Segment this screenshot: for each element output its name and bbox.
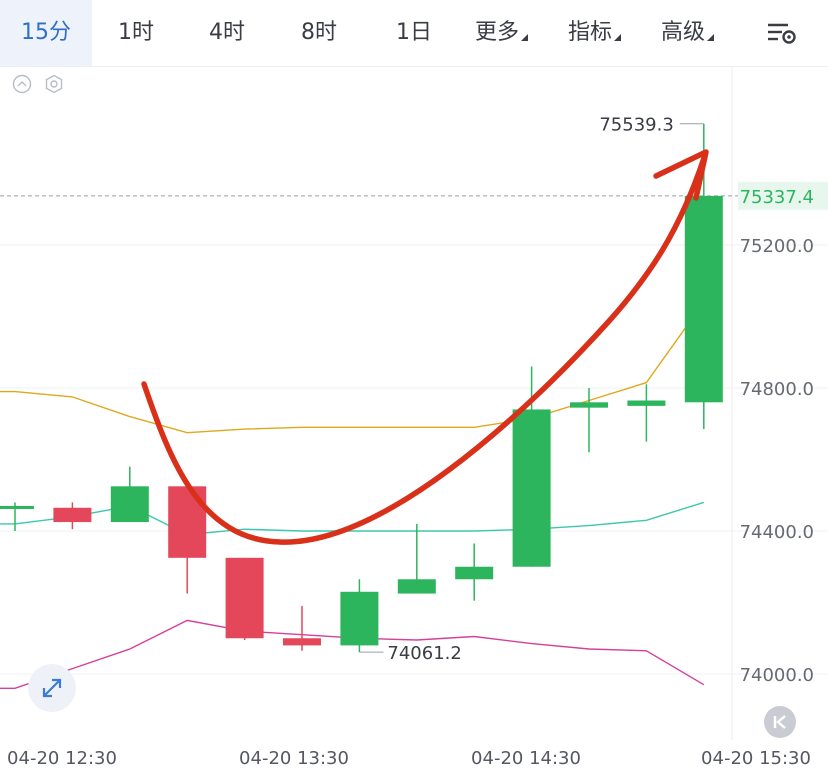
tab-1-hour[interactable]: 1时: [118, 0, 154, 66]
candle-body: [0, 505, 34, 509]
chart-settings-icon: [768, 23, 796, 44]
price-axis-label: 74400.0: [740, 522, 814, 543]
tab-1-day[interactable]: 1日: [396, 0, 432, 66]
scroll-to-latest-button[interactable]: [764, 706, 796, 738]
tab-more-dropdown[interactable]: 更多: [475, 0, 529, 66]
candle-up: [0, 502, 34, 531]
dropdown-caret-icon: [707, 34, 715, 41]
skip-to-end-icon: [773, 715, 786, 729]
timeframe-toolbar: 15分 1时 4时 8时 1日 更多 指标 高级: [0, 0, 828, 67]
candle-body: [627, 400, 666, 406]
candle-body: [512, 409, 551, 567]
candlestick-chart[interactable]: 75200.0 74800.0 74400.0 74000.0 75337.4 75539…: [0, 66, 828, 769]
candle-down: [53, 502, 92, 530]
candle-body: [168, 486, 207, 558]
tab-advanced-dropdown[interactable]: 高级: [661, 0, 715, 66]
candle-down: [225, 557, 264, 641]
upper-band-line: [0, 301, 705, 434]
trend-arrow-head: [653, 149, 709, 201]
dropdown-caret-icon: [614, 34, 622, 41]
tab-label: 4时: [209, 20, 245, 45]
tab-label: 1时: [118, 20, 154, 45]
last-price-label: 75337.4: [740, 187, 814, 208]
chart-settings-button[interactable]: [766, 20, 798, 46]
candle-body: [397, 579, 436, 594]
price-axis-label: 75200.0: [740, 236, 814, 257]
candle-up: [110, 466, 149, 523]
tab-label: 高级: [661, 20, 706, 45]
candle-body: [684, 195, 723, 403]
candle-down: [283, 606, 321, 651]
candle-body: [110, 486, 149, 523]
time-axis-label: 04-20 12:30: [7, 748, 117, 766]
time-axis-label: 04-20 15:30: [701, 748, 811, 766]
tab-indicators-dropdown[interactable]: 指标: [568, 0, 622, 66]
dropdown-caret-icon: [521, 34, 529, 41]
price-axis-label: 74000.0: [740, 665, 814, 686]
candle-up: [570, 388, 608, 453]
candle-body: [225, 557, 264, 639]
price-axis-label: 74800.0: [740, 379, 814, 400]
candle-up: [627, 384, 666, 442]
candle-up: [340, 579, 379, 653]
fullscreen-button[interactable]: [28, 664, 76, 712]
tab-15-minutes[interactable]: 15分: [0, 0, 92, 66]
candle-up: [512, 366, 551, 567]
candle-body: [570, 402, 608, 408]
low-price-label: 74061.2: [387, 643, 461, 664]
tab-label: 1日: [396, 20, 432, 45]
tab-4-hours[interactable]: 4时: [209, 0, 245, 66]
tab-8-hours[interactable]: 8时: [301, 0, 337, 66]
trend-arrow-curve: [141, 155, 707, 545]
expand-arrows-icon: [42, 678, 62, 698]
candle-body: [283, 638, 321, 646]
candle-up: [455, 543, 494, 601]
tab-label: 更多: [475, 20, 520, 45]
time-axis-label: 04-20 14:30: [471, 748, 581, 766]
high-price-label: 75539.3: [599, 115, 673, 136]
time-axis-label: 04-20 13:30: [239, 748, 349, 766]
candle-body: [340, 591, 379, 646]
chart-canvas: 75200.0 74800.0 74400.0 74000.0 75337.4 75539…: [0, 66, 828, 769]
tab-label: 指标: [568, 20, 613, 45]
candle-up: [397, 523, 436, 594]
candle-body: [53, 507, 92, 523]
tab-label: 8时: [301, 20, 337, 45]
tab-label: 15分: [21, 20, 71, 45]
candle-body: [455, 566, 494, 580]
